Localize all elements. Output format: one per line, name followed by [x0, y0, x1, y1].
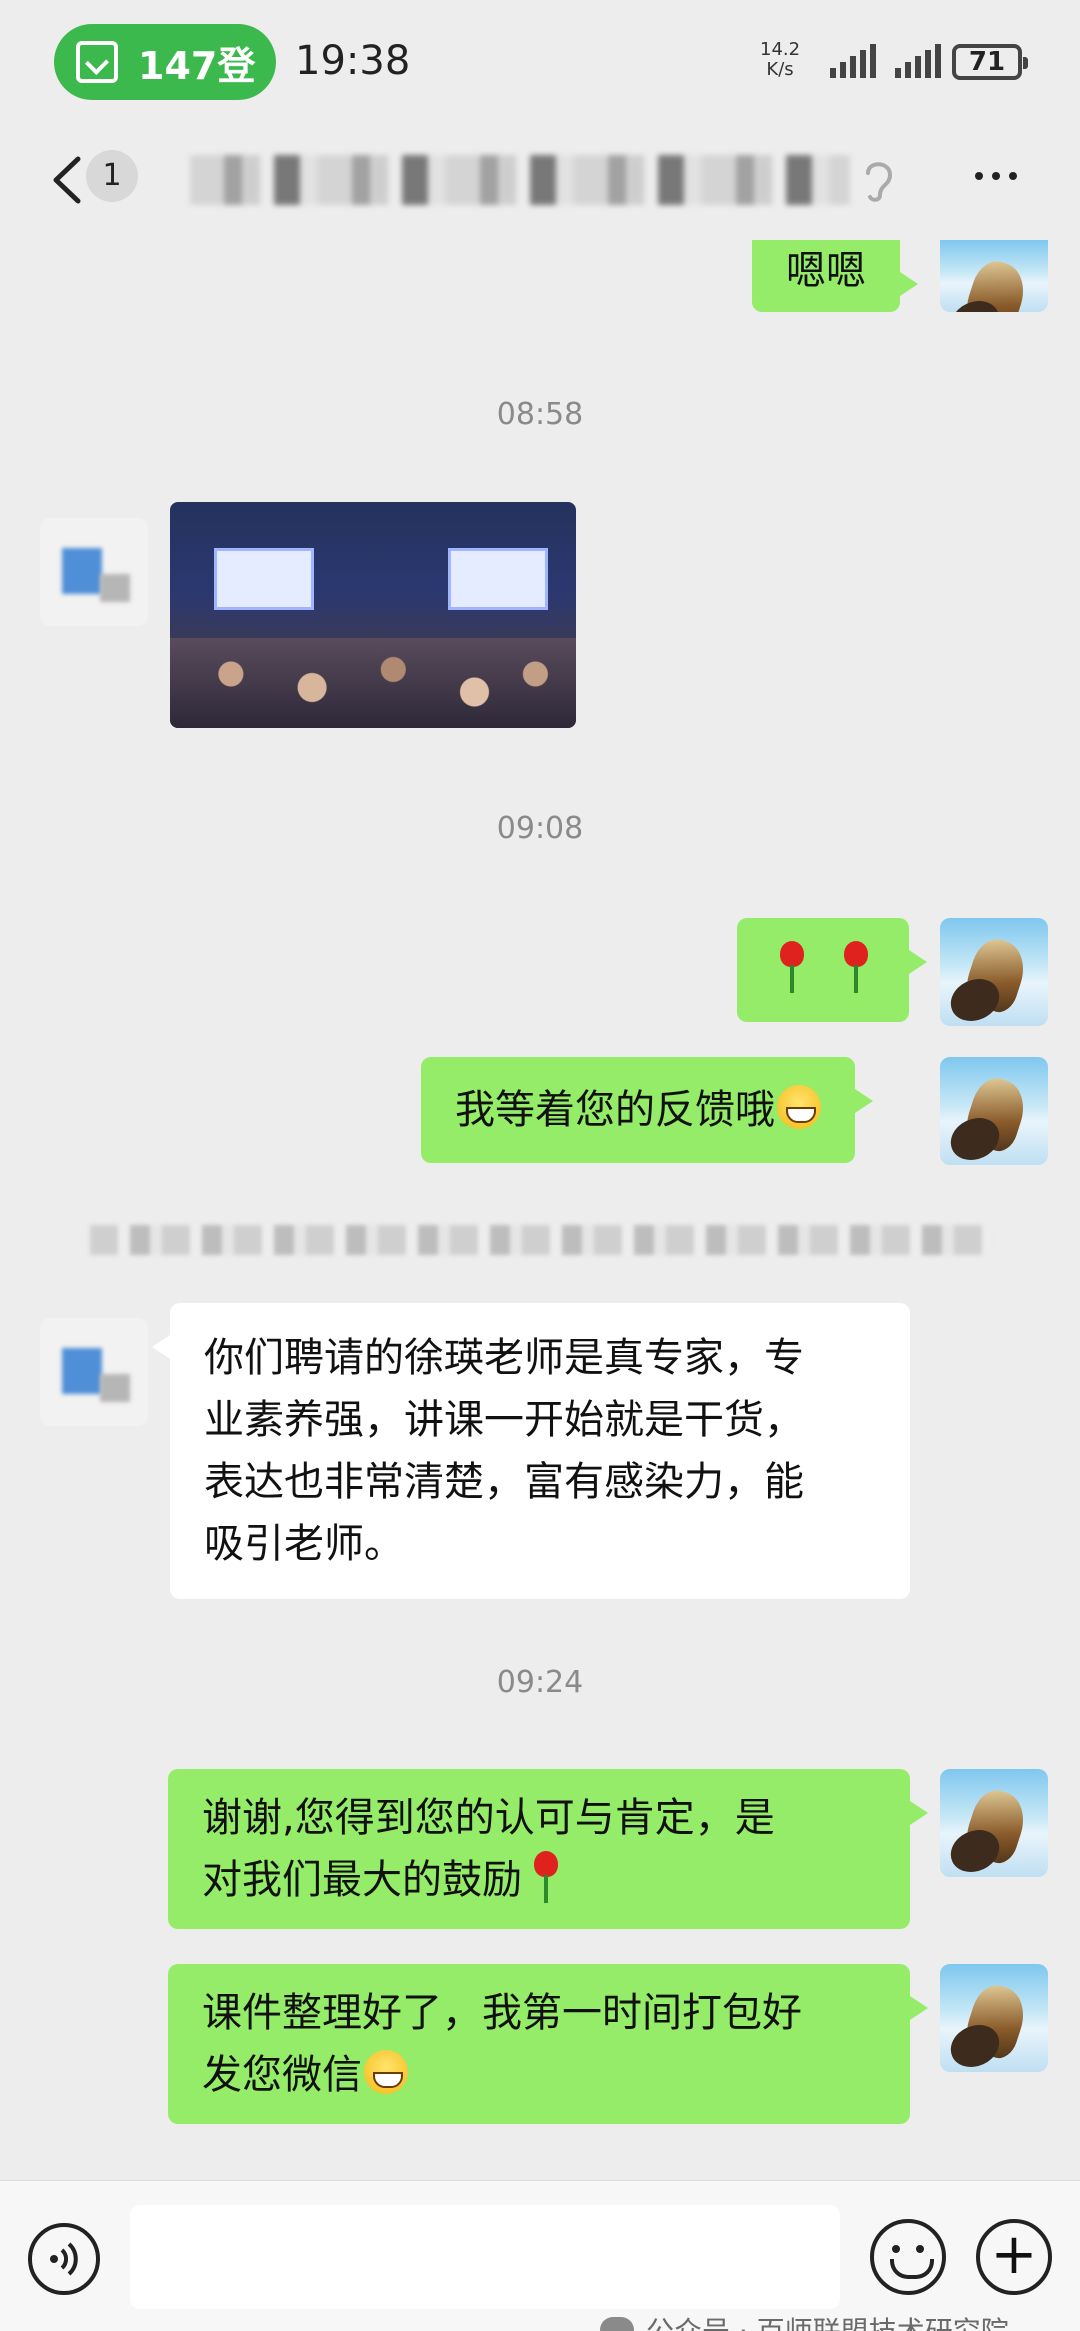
message-text: 我等着您的反馈哦	[455, 1087, 775, 1133]
rose-emoji-icon	[838, 941, 872, 993]
message-bubble-sent[interactable]: 嗯嗯	[752, 240, 918, 312]
battery-icon: 71	[952, 44, 1028, 80]
message-bubble-sent[interactable]: 课件整理好了，我第一时间打包好 发您微信	[168, 1964, 928, 2124]
my-avatar[interactable]	[940, 240, 1048, 312]
projector-screen	[214, 548, 314, 610]
message-line: 对我们最大的鼓励	[202, 1857, 522, 1903]
contact-avatar[interactable]	[40, 518, 148, 626]
message-bubble-received[interactable]: 你们聘请的徐瑛老师是真专家，专 业素养强，讲课一开始就是干货， 表达也非常清楚，…	[152, 1303, 910, 1599]
system-notice-blurred	[90, 1225, 990, 1255]
my-avatar[interactable]	[940, 1769, 1048, 1877]
signal-icon	[895, 44, 941, 78]
network-speed-unit: K/s	[766, 59, 794, 80]
rose-emoji-icon	[528, 1851, 562, 1903]
message-line: 发您微信	[202, 2052, 362, 2098]
message-image-lecture-hall[interactable]	[170, 502, 576, 728]
message-line: 业素养强，讲课一开始就是干货，	[204, 1397, 804, 1443]
input-bar: +	[0, 2180, 1080, 2331]
earpiece-mode-icon	[866, 162, 893, 202]
rose-emoji-icon	[774, 941, 808, 993]
message-timestamp: 09:24	[496, 1665, 584, 1700]
message-line-with-emoji: 发您微信	[202, 2044, 876, 2106]
voice-input-button[interactable]	[28, 2223, 100, 2295]
unread-count-badge[interactable]: 1	[86, 150, 138, 202]
status-bar: 147登 19:38 14.2 K/s 71	[0, 0, 1080, 125]
emoji-picker-button[interactable]	[870, 2219, 946, 2295]
message-line: 课件整理好了，我第一时间打包好	[202, 1990, 802, 2036]
network-speed: 14.2 K/s	[760, 40, 800, 80]
message-timestamp: 08:58	[496, 397, 584, 432]
more-actions-button[interactable]: +	[976, 2219, 1052, 2295]
wechat-official-account-icon	[600, 2317, 634, 2331]
message-line-with-emoji: 对我们最大的鼓励	[202, 1849, 876, 1911]
call-notification-icon	[76, 41, 118, 83]
message-bubble-sent[interactable]: 我等着您的反馈哦	[421, 1057, 873, 1163]
audience	[170, 638, 576, 728]
chat-title-blurred	[190, 155, 850, 205]
voice-icon	[50, 2242, 78, 2276]
back-arrow-icon[interactable]	[48, 155, 88, 205]
my-avatar[interactable]	[940, 918, 1048, 1026]
ongoing-call-pill[interactable]: 147登	[54, 24, 276, 100]
message-bubble-sent[interactable]: 谢谢,您得到您的认可与肯定，是 对我们最大的鼓励	[168, 1769, 928, 1929]
message-input[interactable]	[130, 2205, 840, 2309]
message-timestamp: 09:08	[496, 811, 584, 846]
network-speed-value: 14.2	[760, 39, 801, 60]
more-options-icon[interactable]	[975, 172, 1017, 180]
contact-avatar[interactable]	[40, 1318, 148, 1426]
status-time: 19:38	[295, 38, 411, 84]
signal-icon	[830, 44, 876, 78]
message-line: 你们聘请的徐瑛老师是真专家，专	[204, 1335, 804, 1381]
call-pill-label: 147登	[138, 43, 256, 88]
grin-emoji-icon	[777, 1085, 821, 1129]
message-line: 吸引老师。	[204, 1521, 404, 1567]
watermark-text: 公众号 · 百师联盟技术研究院	[646, 2310, 1009, 2331]
message-text: 嗯嗯	[786, 248, 866, 294]
watermark: 公众号 · 百师联盟技术研究院	[600, 2310, 1009, 2331]
message-line: 表达也非常清楚，富有感染力，能	[204, 1459, 804, 1505]
message-line: 谢谢,您得到您的认可与肯定，是	[202, 1795, 775, 1841]
projector-screen	[448, 548, 548, 610]
message-bubble-sent[interactable]	[737, 918, 927, 1022]
grin-emoji-icon	[364, 2050, 408, 2094]
my-avatar[interactable]	[940, 1964, 1048, 2072]
my-avatar[interactable]	[940, 1057, 1048, 1165]
